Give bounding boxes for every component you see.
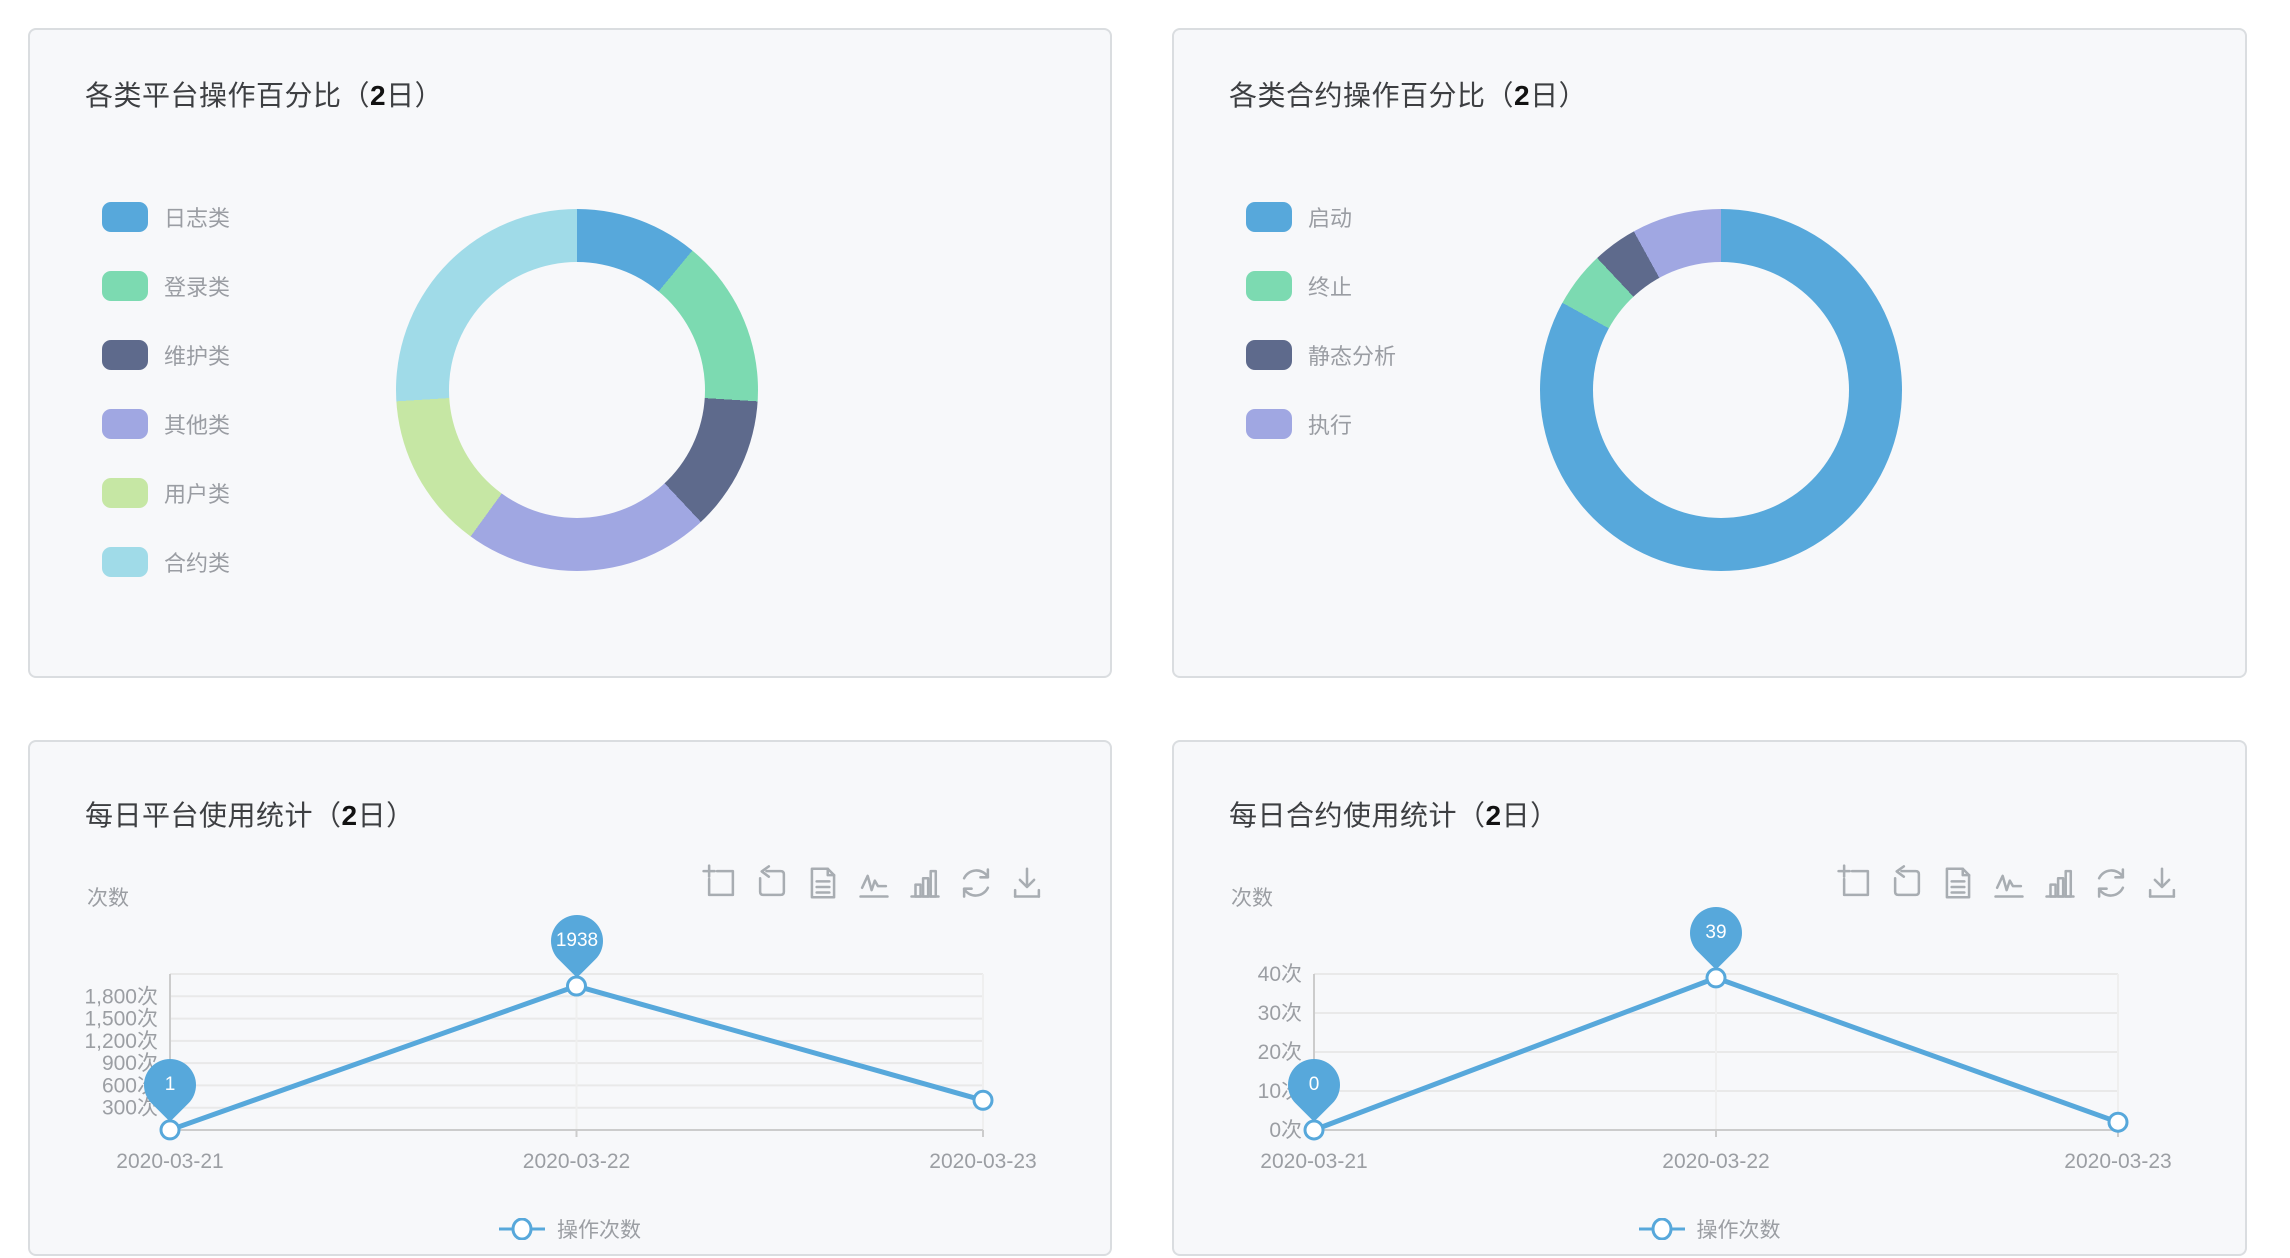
line-legend-item[interactable]: 操作次数	[1174, 1214, 2245, 1244]
donut-hole	[449, 262, 705, 518]
legend-label: 执行	[1308, 408, 1352, 440]
legend-item-start[interactable]: 启动	[1246, 202, 1396, 232]
line-series-marker-icon	[499, 1218, 545, 1240]
line-legend-item[interactable]: 操作次数	[30, 1214, 1110, 1244]
legend-label: 合约类	[164, 546, 230, 578]
title-day-count: 2	[370, 80, 386, 111]
legend-swatch	[1246, 202, 1292, 232]
mark-pin-value: 1	[144, 1059, 196, 1111]
card-contract-ops-pie: 各类合约操作百分比（2日） 启动 终止 静态分析 执行	[1172, 28, 2247, 678]
legend-item-terminate[interactable]: 终止	[1246, 271, 1396, 301]
svg-text:2020-03-21: 2020-03-21	[116, 1150, 223, 1173]
card-contract-daily-line: 每日合约使用统计（2日） 次数 2020-03-212020-03-222020…	[1172, 740, 2247, 1256]
svg-text:0次: 0次	[1269, 1119, 1302, 1142]
legend-swatch	[102, 478, 148, 508]
mark-pin-value: 39	[1690, 907, 1742, 959]
svg-text:1,500次: 1,500次	[84, 1008, 158, 1031]
mark-pin-value: 0	[1288, 1059, 1340, 1111]
title-text: 日）	[386, 80, 443, 111]
line-chart-contract-daily: 2020-03-212020-03-222020-03-230次10次20次30…	[1174, 742, 2245, 1254]
donut-chart-platform-ops[interactable]	[396, 209, 758, 571]
pie-legend: 启动 终止 静态分析 执行	[1246, 202, 1396, 478]
donut-chart-contract-ops[interactable]	[1540, 209, 1902, 571]
svg-text:1,800次: 1,800次	[84, 985, 158, 1008]
donut-hole	[1593, 262, 1849, 518]
title-day-count: 2	[1514, 80, 1530, 111]
line-legend-label: 操作次数	[557, 1214, 641, 1244]
legend-swatch	[102, 409, 148, 439]
svg-text:1,200次: 1,200次	[84, 1030, 158, 1053]
legend-swatch	[102, 202, 148, 232]
svg-text:30次: 30次	[1258, 1002, 1302, 1025]
svg-text:40次: 40次	[1258, 963, 1302, 986]
card-platform-daily-line: 每日平台使用统计（2日） 次数 2020-03-212020-03-222020…	[28, 740, 1112, 1256]
title-text: 日）	[1530, 80, 1587, 111]
legend-item-login[interactable]: 登录类	[102, 271, 230, 301]
max-min-mark-pin: 0	[1277, 1048, 1351, 1122]
legend-label: 其他类	[164, 408, 230, 440]
max-min-mark-pin: 1	[133, 1048, 207, 1122]
svg-text:2020-03-23: 2020-03-23	[929, 1150, 1036, 1173]
legend-swatch	[1246, 340, 1292, 370]
page-title: 各类平台操作百分比（2日）	[85, 74, 443, 114]
legend-label: 静态分析	[1308, 339, 1396, 371]
svg-text:2020-03-21: 2020-03-21	[1260, 1150, 1367, 1173]
svg-text:2020-03-22: 2020-03-22	[1662, 1150, 1769, 1173]
mark-pin-value: 1938	[551, 915, 603, 967]
line-series-marker-icon	[1639, 1218, 1685, 1240]
legend-item-maintenance[interactable]: 维护类	[102, 340, 230, 370]
legend-label: 日志类	[164, 201, 230, 233]
line-chart-platform-daily: 2020-03-212020-03-222020-03-23300次600次90…	[30, 742, 1110, 1254]
legend-swatch	[102, 340, 148, 370]
legend-label: 用户类	[164, 477, 230, 509]
legend-item-user[interactable]: 用户类	[102, 478, 230, 508]
legend-swatch	[102, 547, 148, 577]
pie-legend: 日志类 登录类 维护类 其他类 用户类 合约类	[102, 202, 230, 616]
legend-item-other[interactable]: 其他类	[102, 409, 230, 439]
legend-item-execute[interactable]: 执行	[1246, 409, 1396, 439]
legend-item-static-analysis[interactable]: 静态分析	[1246, 340, 1396, 370]
legend-item-contract[interactable]: 合约类	[102, 547, 230, 577]
legend-swatch	[1246, 271, 1292, 301]
legend-swatch	[102, 271, 148, 301]
svg-text:2020-03-22: 2020-03-22	[523, 1150, 630, 1173]
legend-label: 登录类	[164, 270, 230, 302]
legend-swatch	[1246, 409, 1292, 439]
line-legend-label: 操作次数	[1697, 1214, 1781, 1244]
card-platform-ops-pie: 各类平台操作百分比（2日） 日志类 登录类 维护类 其他类 用户类 合约类	[28, 28, 1112, 678]
max-min-mark-pin: 39	[1679, 896, 1753, 970]
legend-label: 维护类	[164, 339, 230, 371]
legend-item-logs[interactable]: 日志类	[102, 202, 230, 232]
legend-label: 终止	[1308, 270, 1352, 302]
title-text: 各类平台操作百分比（	[85, 80, 370, 111]
title-text: 各类合约操作百分比（	[1229, 80, 1514, 111]
page-title: 各类合约操作百分比（2日）	[1229, 74, 1587, 114]
legend-label: 启动	[1308, 201, 1352, 233]
svg-text:2020-03-23: 2020-03-23	[2064, 1150, 2171, 1173]
max-min-mark-pin: 1938	[540, 904, 614, 978]
